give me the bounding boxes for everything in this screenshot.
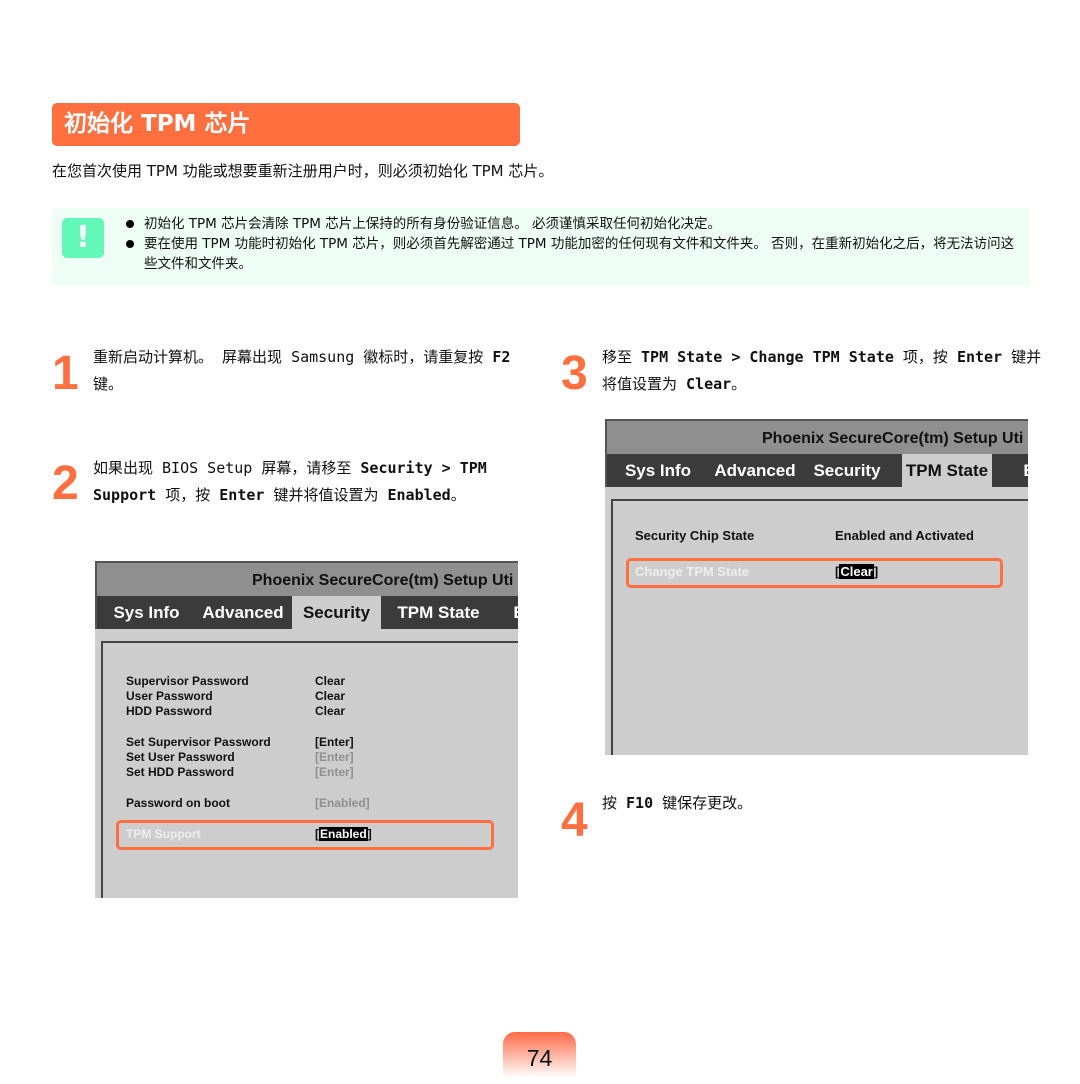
tpm-support-value[interactable]: [Enabled] (315, 827, 372, 841)
row-label: Set HDD Password (126, 765, 235, 779)
bios-tabs: Sys Info Advanced Security TPM State E (95, 596, 518, 629)
row-value: [Enabled] (315, 796, 370, 810)
text: 项，按 (893, 348, 957, 366)
row-label: User Password (126, 689, 213, 703)
bios-tabs: Sys Info Advanced Security TPM State E (605, 454, 1028, 487)
text: 按 (602, 794, 627, 812)
tab-sys-info[interactable]: Sys Info (609, 454, 707, 487)
step-number: 3 (561, 347, 588, 400)
text: 键。 (93, 375, 124, 393)
step-1-text: 重新启动计算机。 屏幕出现 Samsung 徽标时，请重复按 F2 键。 (93, 344, 523, 398)
tab-exit[interactable]: E (509, 596, 518, 629)
tpm-support-label[interactable]: TPM Support (126, 827, 201, 841)
step-number: 4 (561, 794, 588, 847)
step-2-text: 如果出现 BIOS Setup 屏幕，请移至 Security > TPM Su… (93, 455, 488, 509)
tab-advanced[interactable]: Advanced (194, 596, 292, 629)
text: 键保存更改。 (653, 794, 753, 812)
change-tpm-state-label[interactable]: Change TPM State (635, 564, 749, 579)
bios-screenshot-tpm-state: Phoenix SecureCore(tm) Setup Uti Sys Inf… (605, 419, 1028, 755)
tab-security[interactable]: Security (803, 454, 891, 487)
text: 项，按 (156, 486, 220, 504)
row-value[interactable]: [Enter] (315, 735, 354, 749)
row-value: Clear (315, 704, 346, 718)
row-value: [Enter] (315, 750, 354, 764)
row-value: Clear (315, 674, 346, 688)
key: Enter (956, 348, 1003, 366)
key: Enter (219, 486, 265, 504)
text: 如果出现 BIOS Setup 屏幕，请移至 (93, 459, 361, 477)
text: 。 (450, 486, 466, 504)
bios-title: Phoenix SecureCore(tm) Setup Uti (605, 419, 1028, 454)
tab-security[interactable]: Security (292, 596, 381, 629)
row-value: Clear (315, 689, 346, 703)
tab-sys-info[interactable]: Sys Info (99, 596, 194, 629)
row-label: Password on boot (126, 796, 231, 810)
note-item: 初始化 TPM 芯片会清除 TPM 芯片上保持的所有身份验证信息。 必须谨慎采取… (124, 214, 1024, 234)
selected-value[interactable]: Clear (839, 564, 874, 579)
tab-tpm-state[interactable]: TPM State (381, 596, 496, 629)
exclamation-icon: ! (62, 218, 104, 258)
text: 。 (731, 375, 747, 393)
note-item: 要在使用 TPM 功能时初始化 TPM 芯片，则必须首先解密通过 TPM 功能加… (124, 234, 1024, 274)
step-number: 2 (52, 457, 79, 510)
row-label: Security Chip State (635, 528, 755, 543)
change-tpm-state-value[interactable]: [Clear] (835, 564, 878, 579)
bios-screenshot-security: Phoenix SecureCore(tm) Setup Uti Sys Inf… (95, 561, 518, 898)
tab-advanced[interactable]: Advanced (707, 454, 803, 487)
text: 移至 (602, 348, 642, 366)
menu-path: TPM State > Change TPM State (641, 348, 894, 366)
caution-note: ! 初始化 TPM 芯片会清除 TPM 芯片上保持的所有身份验证信息。 必须谨慎… (52, 208, 1029, 286)
tab-tpm-state[interactable]: TPM State (902, 454, 992, 487)
tab-exit[interactable]: E (1019, 454, 1028, 487)
row-value: Enabled and Activated (835, 528, 974, 543)
row-label: Set User Password (126, 750, 235, 764)
row-label: Set Supervisor Password (126, 735, 271, 749)
value: Enabled (387, 486, 451, 504)
step-3-text: 移至 TPM State > Change TPM State 项，按 Ente… (602, 344, 1042, 398)
row-value: [Enter] (315, 765, 354, 779)
key: F2 (492, 348, 511, 366)
selected-value[interactable]: Enabled (319, 827, 368, 841)
step-number: 1 (52, 347, 79, 400)
row-label: Supervisor Password (126, 674, 249, 688)
intro-text: 在您首次使用 TPM 功能或想要重新注册用户时，则必须初始化 TPM 芯片。 (52, 162, 554, 180)
section-title: 初始化 TPM 芯片 (52, 103, 520, 146)
text: 重新启动计算机。 屏幕出现 Samsung 徽标时，请重复按 (93, 348, 493, 366)
text: 键并将值设置为 (264, 486, 388, 504)
page-number: 74 (503, 1032, 576, 1080)
value: Clear (686, 375, 732, 393)
step-4-text: 按 F10 键保存更改。 (602, 790, 1002, 817)
row-label: HDD Password (126, 704, 213, 718)
bios-title: Phoenix SecureCore(tm) Setup Uti (95, 561, 518, 596)
key: F10 (626, 794, 654, 812)
